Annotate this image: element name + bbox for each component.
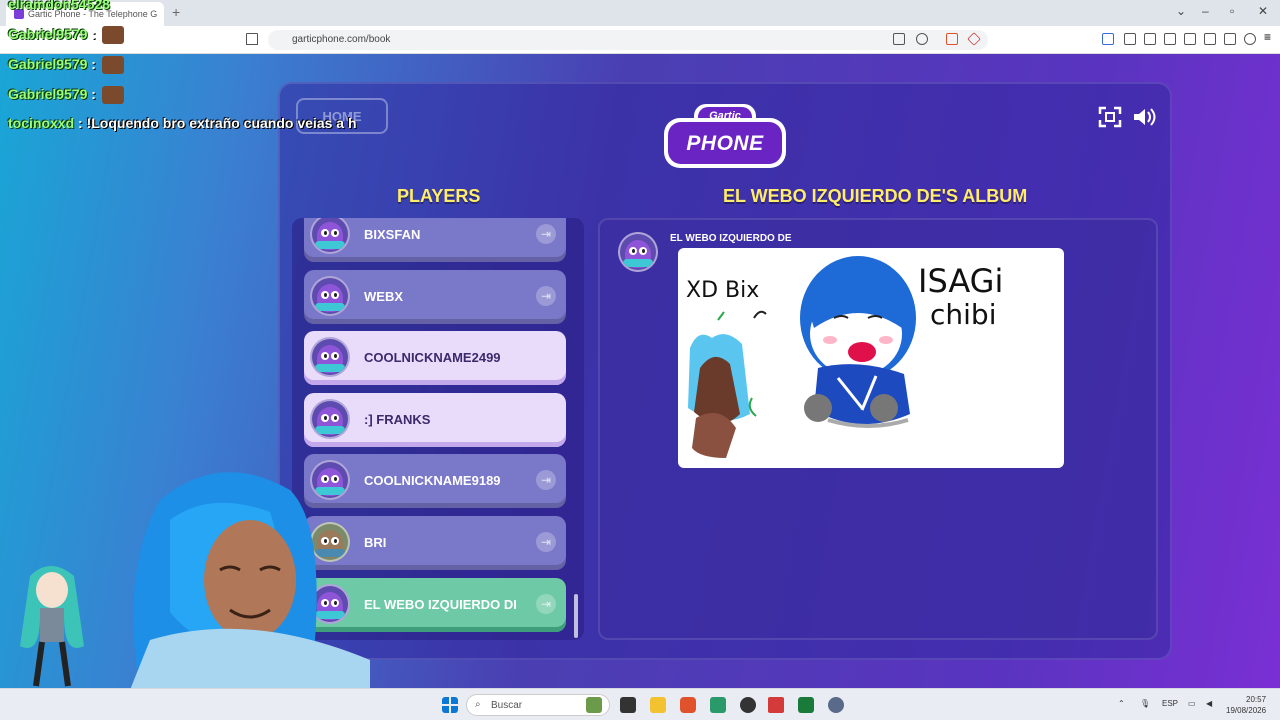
emote-icon (101, 86, 124, 105)
chat-user: Gabriel9579 (8, 26, 88, 42)
emote-icon (101, 26, 124, 45)
avatar (310, 399, 350, 439)
gartic-phone-logo: Gartic PHONE (664, 98, 786, 172)
fullscreen-icon[interactable] (1098, 106, 1122, 128)
file-explorer-icon[interactable] (650, 697, 666, 713)
chat-user: tocinoxxd (8, 115, 75, 131)
player-row[interactable]: WEBX ⇥ (304, 270, 566, 324)
close-icon[interactable]: ✕ (1258, 4, 1268, 18)
new-tab-button[interactable]: + (172, 4, 180, 20)
emote-icon (101, 56, 124, 75)
address-bar[interactable]: garticphone.com/book (268, 30, 988, 50)
players-heading: PLAYERS (397, 186, 481, 206)
kick-icon[interactable]: ⇥ (536, 286, 556, 306)
chat-line: Gabriel9579 : (8, 86, 124, 105)
album-panel: EL WEBO IZQUIERDO DE XD Bix ISAGi chibi (598, 218, 1158, 640)
vpn-icon[interactable] (1244, 33, 1256, 45)
sidebar-icon[interactable] (1184, 33, 1196, 45)
webcam-streamer-icon (130, 472, 370, 688)
player-name: :] FRANKS (364, 412, 431, 427)
avatar (310, 276, 350, 316)
search-placeholder: Buscar (491, 700, 523, 711)
menu-icon[interactable]: ≡ (1264, 30, 1276, 44)
player-name: COOLNICKNAME2499 (364, 350, 501, 365)
app-icon[interactable] (768, 697, 784, 713)
chat-user: elramdon54528 (8, 0, 110, 12)
chat-line: tocinoxxd : !Loquendo bro extraño cuando… (8, 115, 357, 131)
network-icon[interactable]: ▭ (1188, 699, 1196, 708)
chibi-drawing-icon (688, 256, 916, 458)
chat-line: Gabriel9579 : (8, 26, 124, 45)
language-indicator[interactable]: ESP (1162, 699, 1178, 708)
windows-start-icon[interactable] (442, 697, 458, 713)
notepad-icon[interactable] (710, 697, 726, 713)
wallet-icon[interactable] (1204, 33, 1216, 45)
album-heading: EL WEBO IZQUIERDO DE'S ALBUM (723, 186, 1028, 206)
kick-icon[interactable]: ⇥ (536, 594, 556, 614)
windows-taskbar: ⌕ Buscar ⌃ 🎙 ESP ▭ ◀ 20:57 19/08/2026 (0, 688, 1280, 720)
speech-icon[interactable] (1102, 33, 1114, 45)
player-row[interactable]: BIXSFAN ⇥ (304, 218, 566, 262)
logo-word: PHONE (686, 132, 764, 155)
tray-chevron-icon[interactable]: ⌃ (1118, 699, 1125, 708)
bookmark-icon[interactable] (246, 33, 258, 45)
brave-shield-icon[interactable] (946, 33, 958, 45)
leo-icon[interactable] (1224, 33, 1236, 45)
landscape-widget-icon[interactable] (586, 697, 602, 713)
kick-icon[interactable]: ⇥ (536, 532, 556, 552)
terminal-icon[interactable] (798, 697, 814, 713)
restore-icon[interactable]: ▫ (1230, 4, 1234, 18)
media-icon[interactable] (1164, 33, 1176, 45)
miku-figure-icon (20, 566, 84, 687)
translate-icon[interactable] (893, 33, 905, 45)
players-scrollbar[interactable] (574, 594, 578, 638)
url-text: garticphone.com/book (292, 34, 391, 45)
zoom-icon[interactable] (916, 33, 928, 45)
chat-user: Gabriel9579 (8, 56, 88, 72)
system-clock[interactable]: 20:57 19/08/2026 (1226, 694, 1266, 716)
chat-user: Gabriel9579 (8, 86, 88, 102)
microphone-icon[interactable]: 🎙 (1140, 699, 1150, 708)
player-name: BIXSFAN (364, 227, 421, 242)
volume-icon[interactable] (1132, 106, 1156, 128)
brave-browser-icon[interactable] (680, 697, 696, 713)
avatar (310, 337, 350, 377)
avatar (310, 218, 350, 254)
album-author: EL WEBO IZQUIERDO DE (670, 233, 792, 244)
chat-message: !Loquendo bro extraño cuando veias a h (86, 115, 357, 131)
tab-list-icon[interactable]: ⌄ (1176, 4, 1186, 18)
album-drawing: XD Bix ISAGi chibi (678, 248, 1064, 468)
chat-line: Gabriel9579 : (8, 56, 124, 75)
settings-icon[interactable] (828, 697, 844, 713)
game-page: HOME Gartic PHONE PLAYERS EL WEBO IZQUIE… (0, 54, 1280, 688)
kick-icon[interactable]: ⇥ (536, 224, 556, 244)
clock-date: 19/08/2026 (1226, 706, 1267, 715)
chat-line: elramdon54528 (8, 0, 110, 12)
search-icon: ⌕ (475, 699, 481, 710)
player-name: WEBX (364, 289, 403, 304)
player-row[interactable]: :] FRANKS (304, 393, 566, 447)
minimize-icon[interactable]: – (1202, 4, 1209, 18)
browser-tabbar: Gartic Phone - The Telephone G + ⌄ – ▫ ✕ (0, 0, 1280, 26)
kick-icon[interactable]: ⇥ (536, 470, 556, 490)
extensions-icon[interactable] (1124, 33, 1136, 45)
volume-tray-icon[interactable]: ◀ (1206, 699, 1212, 708)
author-avatar (618, 232, 658, 272)
task-view-icon[interactable] (620, 697, 636, 713)
clock-time: 20:57 (1246, 695, 1267, 704)
player-row[interactable]: COOLNICKNAME2499 (304, 331, 566, 385)
obs-icon[interactable] (740, 697, 756, 713)
browser-toolbar: garticphone.com/book ≡ (0, 26, 1280, 54)
download-icon[interactable] (1144, 33, 1156, 45)
